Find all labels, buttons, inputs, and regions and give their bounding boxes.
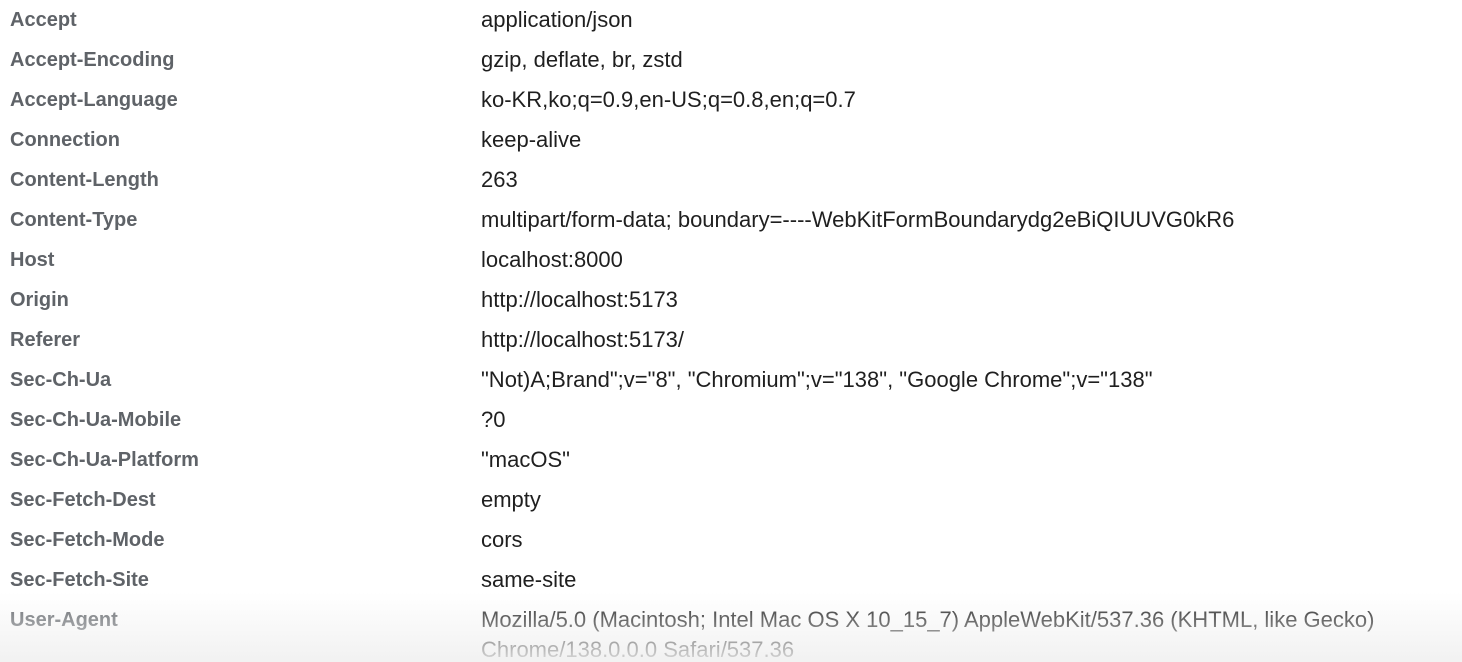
header-value: http://localhost:5173/: [481, 327, 685, 352]
header-name: Sec-Fetch-Site: [10, 569, 149, 591]
header-row-sec-fetch-dest: Sec-Fetch-Dest empty: [0, 480, 1462, 520]
header-name: Content-Type: [10, 209, 138, 231]
header-value: application/json: [481, 7, 633, 32]
request-headers-table: Accept application/json Accept-Encoding …: [0, 0, 1462, 662]
header-row-sec-ch-ua-platform: Sec-Ch-Ua-Platform "macOS": [0, 440, 1462, 480]
header-value: Mozilla/5.0 (Macintosh; Intel Mac OS X 1…: [481, 607, 1375, 662]
header-row-sec-ch-ua: Sec-Ch-Ua "Not)A;Brand";v="8", "Chromium…: [0, 360, 1462, 400]
header-row-origin: Origin http://localhost:5173: [0, 280, 1462, 320]
header-value: gzip, deflate, br, zstd: [481, 47, 683, 72]
header-row-connection: Connection keep-alive: [0, 120, 1462, 160]
header-value: ko-KR,ko;q=0.9,en-US;q=0.8,en;q=0.7: [481, 87, 856, 112]
header-name: Connection: [10, 129, 120, 151]
header-name: Sec-Ch-Ua-Mobile: [10, 409, 182, 431]
header-name: Sec-Fetch-Mode: [10, 529, 165, 551]
header-row-content-type: Content-Type multipart/form-data; bounda…: [0, 200, 1462, 240]
header-name: Sec-Ch-Ua-Platform: [10, 449, 199, 471]
header-value: localhost:8000: [481, 247, 623, 272]
header-value: "Not)A;Brand";v="8", "Chromium";v="138",…: [481, 367, 1153, 392]
header-name: User-Agent: [10, 609, 118, 631]
header-row-accept: Accept application/json: [0, 0, 1462, 40]
header-row-sec-ch-ua-mobile: Sec-Ch-Ua-Mobile ?0: [0, 400, 1462, 440]
header-name: Origin: [10, 289, 69, 311]
header-row-sec-fetch-site: Sec-Fetch-Site same-site: [0, 560, 1462, 600]
header-row-accept-encoding: Accept-Encoding gzip, deflate, br, zstd: [0, 40, 1462, 80]
header-value: cors: [481, 527, 523, 552]
header-row-host: Host localhost:8000: [0, 240, 1462, 280]
header-value: multipart/form-data; boundary=----WebKit…: [481, 207, 1235, 232]
header-row-referer: Referer http://localhost:5173/: [0, 320, 1462, 360]
header-name: Accept-Language: [10, 89, 178, 111]
header-value: empty: [481, 487, 541, 512]
header-value: ?0: [481, 407, 506, 432]
header-name: Accept-Encoding: [10, 49, 175, 71]
header-value: same-site: [481, 567, 577, 592]
header-row-content-length: Content-Length 263: [0, 160, 1462, 200]
header-name: Content-Length: [10, 169, 159, 191]
header-name: Sec-Ch-Ua: [10, 369, 112, 391]
header-row-accept-language: Accept-Language ko-KR,ko;q=0.9,en-US;q=0…: [0, 80, 1462, 120]
header-row-sec-fetch-mode: Sec-Fetch-Mode cors: [0, 520, 1462, 560]
header-row-user-agent: User-Agent Mozilla/5.0 (Macintosh; Intel…: [0, 600, 1462, 662]
header-name: Referer: [10, 329, 81, 351]
header-name: Accept: [10, 9, 77, 31]
header-value: keep-alive: [481, 127, 582, 152]
header-value: 263: [481, 167, 518, 192]
header-value: http://localhost:5173: [481, 287, 678, 312]
header-name: Host: [10, 249, 55, 271]
header-value: "macOS": [481, 447, 570, 472]
header-name: Sec-Fetch-Dest: [10, 489, 156, 511]
